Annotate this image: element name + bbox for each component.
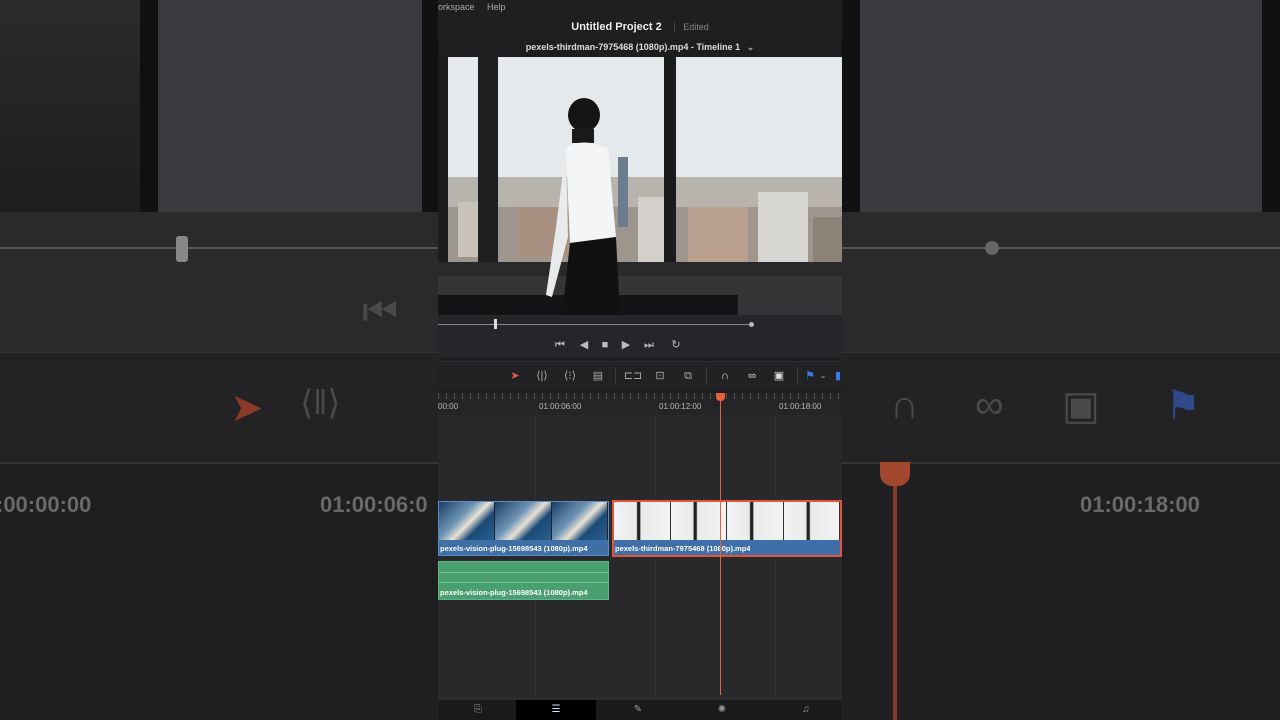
media-page-icon[interactable]: ⎘ (438, 700, 518, 720)
background-scrub-end (985, 241, 999, 255)
menu-item-workspace[interactable]: orkspace (438, 2, 475, 12)
menu-bar: orkspace Help (438, 0, 842, 14)
background-magnet-icon: ∩ (890, 383, 919, 427)
timeline-selector[interactable]: pexels-thirdman-7975468 (1080p).mp4 - Ti… (438, 38, 842, 57)
color-page-icon[interactable]: ✺ (682, 700, 762, 720)
video-clip-selected[interactable]: pexels-thirdman-7975468 (1080p).mp4 (612, 500, 842, 557)
thumbnail (614, 502, 671, 540)
scrub-track[interactable] (438, 324, 751, 325)
toolbar-divider (615, 367, 616, 385)
background-flag-icon: ⚑ (1165, 384, 1201, 428)
skip-forward-icon[interactable]: ⏭ (640, 337, 658, 353)
timeline-ruler[interactable]: 00:00 01:00:06:00 01:00:12:00 01:00:18:0… (438, 393, 842, 415)
audio-clip[interactable]: pexels-vision-plug-15698543 (1080p).mp4 (438, 561, 609, 600)
snapping-icon[interactable]: ∩ (717, 368, 733, 384)
video-frame (438, 57, 842, 315)
title-bar: Untitled Project 2 Edited (438, 14, 842, 38)
timeline-name: pexels-thirdman-7975468 (1080p).mp4 - Ti… (525, 42, 741, 52)
link-icon[interactable]: ∞ (744, 368, 760, 384)
project-status: Edited (674, 22, 709, 32)
background-scrub-knob (176, 236, 188, 262)
background-playhead-cap (880, 462, 910, 486)
thumbnail (495, 502, 552, 540)
background-trim-icon: ⟨‖⟩ (300, 384, 341, 422)
chevron-down-icon[interactable]: ⌄ (818, 368, 828, 384)
background-link-icon: ∞ (975, 383, 1004, 427)
clip-name: pexels-thirdman-7975468 (1080p).mp4 (615, 544, 751, 553)
thumbnail (783, 502, 840, 540)
timecode-label: 01:00:12:00 (659, 402, 702, 411)
playhead-handle[interactable] (716, 393, 725, 401)
scrub-handle[interactable] (494, 319, 497, 329)
audio-waveform (439, 572, 608, 573)
timecode-label: 01:00:06:00 (539, 402, 582, 411)
page-navigation: ⎘ ☰ ✎ ✺ ♫ (438, 697, 842, 720)
background-window-frame (842, 0, 1280, 212)
lock-icon[interactable]: ▣ (771, 368, 787, 384)
edit-toolbar: ➤ ⟨|⟩ ⟨⁝⟩ ▤ ⊏⊐ ⊡ ⧉ ∩ ∞ ▣ ⚑ ⌄ ▮ (438, 361, 842, 389)
clip-thumbnails (439, 502, 608, 540)
clip-name: pexels-vision-plug-15698543 (1080p).mp4 (440, 544, 588, 553)
chevron-down-icon[interactable]: ⌄ (747, 42, 755, 52)
project-title: Untitled Project 2 (571, 21, 662, 33)
thumbnail (727, 502, 784, 540)
playhead[interactable] (720, 393, 721, 695)
play-icon[interactable]: ▶ (617, 337, 635, 353)
transport-controls: ⏮ ◀ ■ ▶ ⏭ ↻ (438, 333, 842, 357)
marker-icon[interactable]: ▮ (834, 368, 842, 384)
edit-page-icon[interactable]: ✎ (598, 700, 678, 720)
thumbnail (670, 502, 727, 540)
insert-icon[interactable]: ⊏⊐ (623, 368, 643, 384)
cut-page-icon[interactable]: ☰ (516, 700, 596, 720)
overwrite-icon[interactable]: ⊡ (650, 368, 670, 384)
loop-icon[interactable]: ↻ (667, 337, 685, 353)
editor-window: orkspace Help Untitled Project 2 Edited … (438, 0, 842, 720)
background-skip-back-icon: ⏮ (362, 290, 398, 334)
fairlight-page-icon[interactable]: ♫ (766, 700, 842, 720)
clip-thumbnails (614, 502, 840, 540)
background-timecode: 01:00:06:0 (320, 492, 428, 517)
step-back-icon[interactable]: ◀ (575, 337, 593, 353)
dynamic-trim-icon[interactable]: ⟨⁝⟩ (560, 368, 580, 384)
skip-back-icon[interactable]: ⏮ (551, 337, 569, 353)
audio-waveform (439, 582, 608, 583)
video-clip[interactable]: pexels-vision-plug-15698543 (1080p).mp4 (438, 501, 609, 556)
viewer-scrubber[interactable] (438, 315, 842, 333)
trim-icon[interactable]: ⟨|⟩ (532, 368, 552, 384)
blade-icon[interactable]: ▤ (588, 368, 608, 384)
grid-line (535, 415, 536, 697)
menu-item-help[interactable]: Help (487, 2, 506, 12)
background-lock-icon: ▣ (1062, 384, 1100, 428)
background-timecode: :00:00:00 (0, 492, 92, 517)
background-arrow-icon: ➤ (230, 386, 264, 430)
flag-icon[interactable]: ⚑ (804, 368, 816, 384)
thumbnail (551, 502, 608, 540)
background-playhead (893, 462, 897, 720)
selection-arrow-icon[interactable]: ➤ (508, 368, 522, 384)
timecode-label: 01:00:18:00 (779, 402, 822, 411)
timecode-label: 00:00 (438, 402, 459, 411)
background-window-frame (140, 0, 440, 212)
scrub-end-marker (749, 322, 754, 327)
clip-name: pexels-vision-plug-15698543 (1080p).mp4 (440, 588, 588, 597)
background-timecode: 01:00:18:00 (1080, 492, 1200, 517)
thumbnail (439, 502, 496, 540)
toolbar-divider (706, 367, 707, 385)
stop-icon[interactable]: ■ (596, 337, 614, 353)
ruler-ticks (438, 393, 842, 399)
video-viewer[interactable] (438, 57, 842, 315)
toolbar-divider (797, 367, 798, 385)
replace-icon[interactable]: ⧉ (678, 368, 698, 384)
